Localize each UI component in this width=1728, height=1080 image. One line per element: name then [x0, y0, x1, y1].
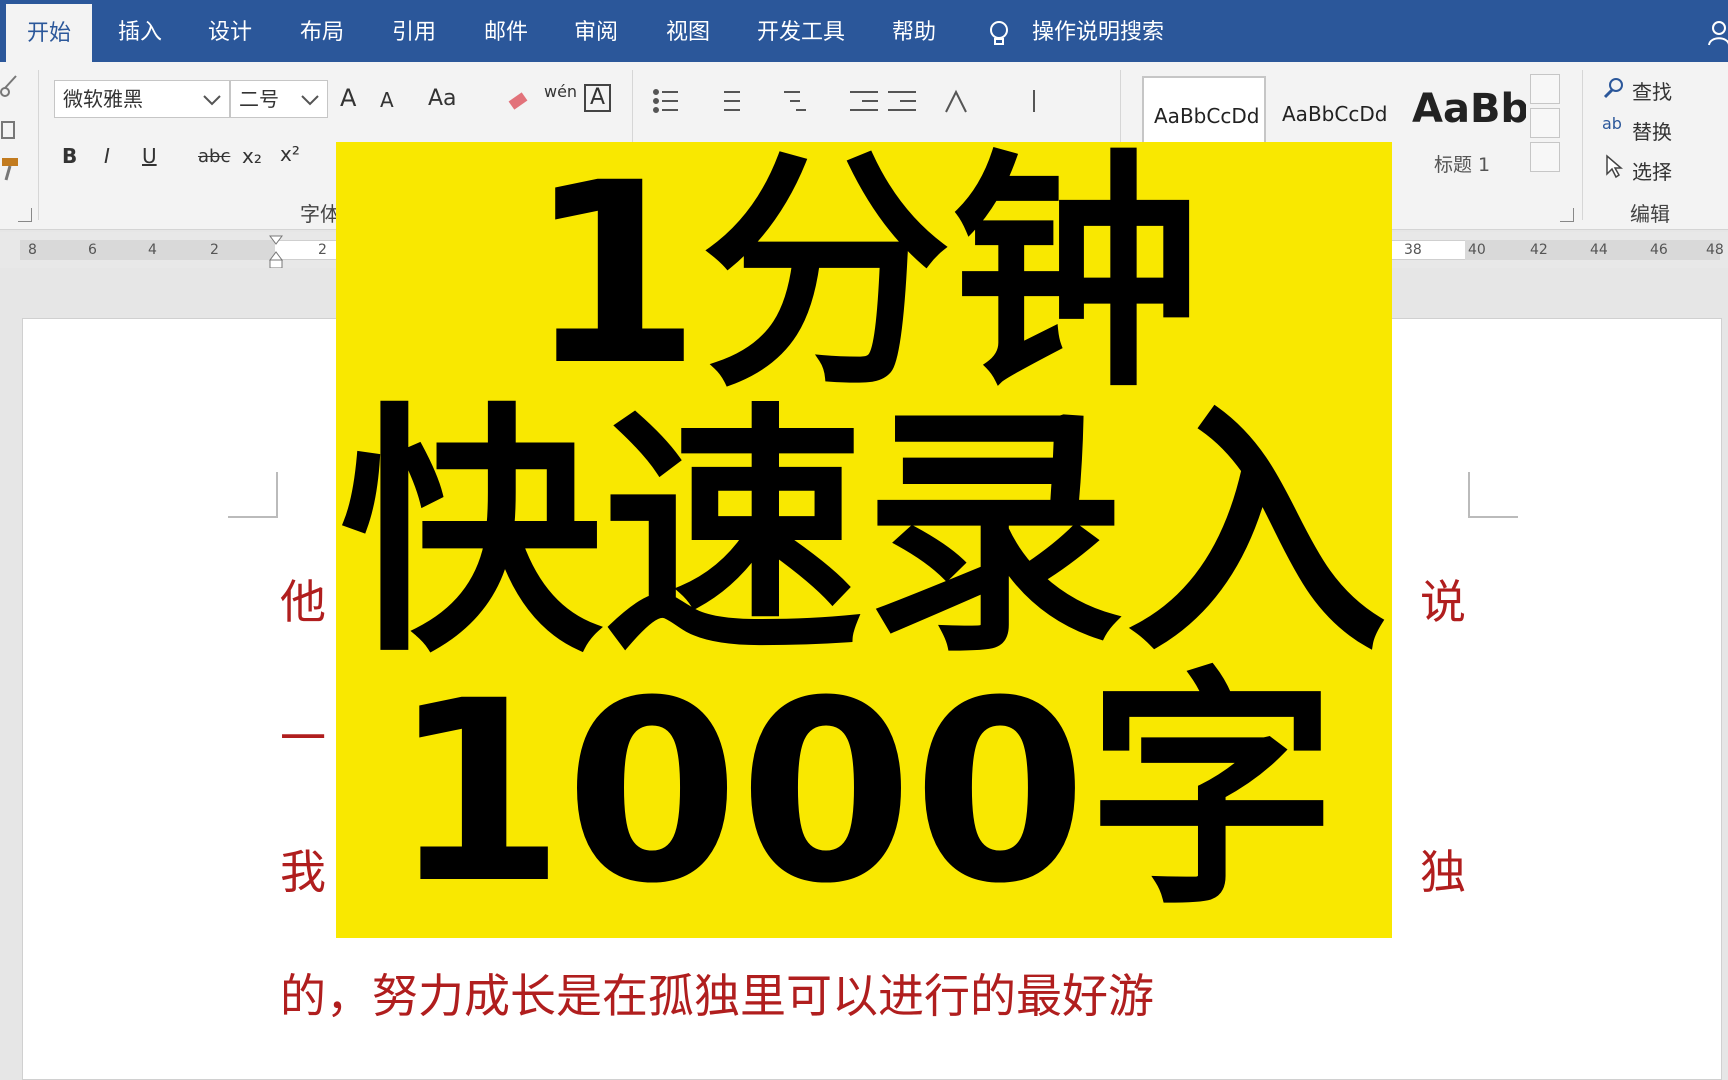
divider	[38, 70, 39, 220]
paragraph-toolbar-icons[interactable]	[650, 86, 1150, 116]
styles-launcher[interactable]	[1560, 208, 1574, 222]
font-size-combo[interactable]: 二号	[230, 80, 328, 118]
ruler-number: 2	[210, 242, 219, 258]
cut-icon[interactable]	[0, 74, 20, 98]
replace-button[interactable]: 替换	[1632, 116, 1672, 145]
overlay-line-3: 1000字	[391, 647, 1337, 938]
style-normal-preview: AaBbCcDd	[1154, 104, 1260, 128]
clipboard-launcher[interactable]	[18, 208, 32, 222]
change-case-button[interactable]: Aa	[428, 86, 457, 111]
search-icon	[1603, 78, 1623, 99]
tab-help[interactable]: 帮助	[874, 0, 954, 62]
ruler-number: 42	[1530, 242, 1548, 258]
doc-line-3-end[interactable]: 独	[1420, 836, 1466, 902]
replace-icon: ab	[1602, 114, 1622, 133]
styles-scroll-up[interactable]	[1530, 74, 1560, 104]
chevron-down-icon	[301, 95, 319, 106]
find-button[interactable]: 查找	[1632, 76, 1672, 105]
ruler-number: 6	[88, 242, 97, 258]
tab-mailings[interactable]: 邮件	[466, 0, 546, 62]
font-name-combo[interactable]: 微软雅黑	[54, 80, 230, 118]
ribbon-tab-bar: 开始 插入 设计 布局 引用 邮件 审阅 视图 开发工具 帮助 操作说明搜索	[0, 0, 1728, 66]
doc-line-2-start[interactable]: 一	[280, 702, 326, 768]
phonetic-guide-button[interactable]: wén	[544, 82, 577, 101]
style-heading-preview: AaBb	[1412, 86, 1526, 132]
styles-scroll-down[interactable]	[1530, 108, 1560, 138]
tab-design[interactable]: 设计	[190, 0, 270, 62]
tell-me-search[interactable]: 操作说明搜索	[1032, 0, 1164, 66]
select-button[interactable]: 选择	[1632, 156, 1672, 185]
grow-font-button[interactable]: A	[340, 84, 356, 112]
font-group-label: 字体	[300, 202, 340, 226]
strikethrough-button[interactable]: abc	[198, 146, 230, 167]
ruler-number: 46	[1650, 242, 1668, 258]
ruler-number: 38	[1404, 242, 1422, 258]
doc-line-3-start[interactable]: 我	[280, 836, 326, 902]
crop-mark-right	[1468, 472, 1518, 518]
copy-icon[interactable]	[0, 118, 20, 142]
overlay-line-1: 1分钟	[527, 129, 1201, 420]
font-size-value: 二号	[239, 87, 279, 111]
doc-line-1-end[interactable]: 说	[1420, 566, 1466, 632]
bold-button[interactable]: B	[62, 144, 77, 168]
tab-view[interactable]: 视图	[648, 0, 728, 62]
shrink-font-button[interactable]: A	[380, 88, 394, 112]
tab-references[interactable]: 引用	[374, 0, 454, 62]
tab-insert[interactable]: 插入	[100, 0, 180, 62]
ruler-number: 48	[1706, 242, 1724, 258]
overlay-line-2: 快速录入	[340, 382, 1388, 687]
user-icon[interactable]	[1708, 20, 1728, 46]
italic-button[interactable]: I	[104, 144, 110, 168]
ruler-number: 4	[148, 242, 157, 258]
underline-button[interactable]: U	[142, 144, 157, 168]
tab-home[interactable]: 开始	[6, 4, 92, 66]
styles-more[interactable]	[1530, 142, 1560, 172]
style-heading-1[interactable]: AaBb 标题 1	[1396, 76, 1526, 180]
divider	[1582, 70, 1583, 220]
ruler-number: 40	[1468, 242, 1486, 258]
ruler-number: 44	[1590, 242, 1608, 258]
superscript-button[interactable]: x²	[280, 142, 300, 166]
lightbulb-icon[interactable]	[988, 20, 1010, 48]
tab-developer[interactable]: 开发工具	[748, 0, 854, 62]
crop-mark-left	[228, 472, 278, 518]
style-heading-label: 标题 1	[1434, 154, 1491, 176]
indent-marker[interactable]	[268, 234, 284, 270]
doc-line-4[interactable]: 的，努力成长是在孤独里可以进行的最好游	[280, 960, 1154, 1026]
subscript-button[interactable]: x₂	[242, 144, 262, 168]
doc-line-1-start[interactable]: 他	[280, 566, 326, 632]
format-painter-icon[interactable]	[0, 156, 22, 182]
ruler-number: 8	[28, 242, 37, 258]
tab-layout[interactable]: 布局	[282, 0, 362, 62]
ruler-number: 2	[318, 242, 327, 258]
tab-review[interactable]: 审阅	[556, 0, 636, 62]
cursor-icon	[1606, 154, 1624, 179]
style-no-spacing-preview: AaBbCcDd	[1282, 102, 1388, 126]
editing-group-label: 编辑	[1630, 202, 1670, 226]
clear-format-icon[interactable]	[506, 88, 532, 114]
character-border-button[interactable]: A	[584, 84, 612, 112]
title-overlay: 1分钟 快速录入 1000字	[336, 142, 1392, 938]
font-name-value: 微软雅黑	[63, 87, 143, 111]
chevron-down-icon	[203, 95, 221, 106]
